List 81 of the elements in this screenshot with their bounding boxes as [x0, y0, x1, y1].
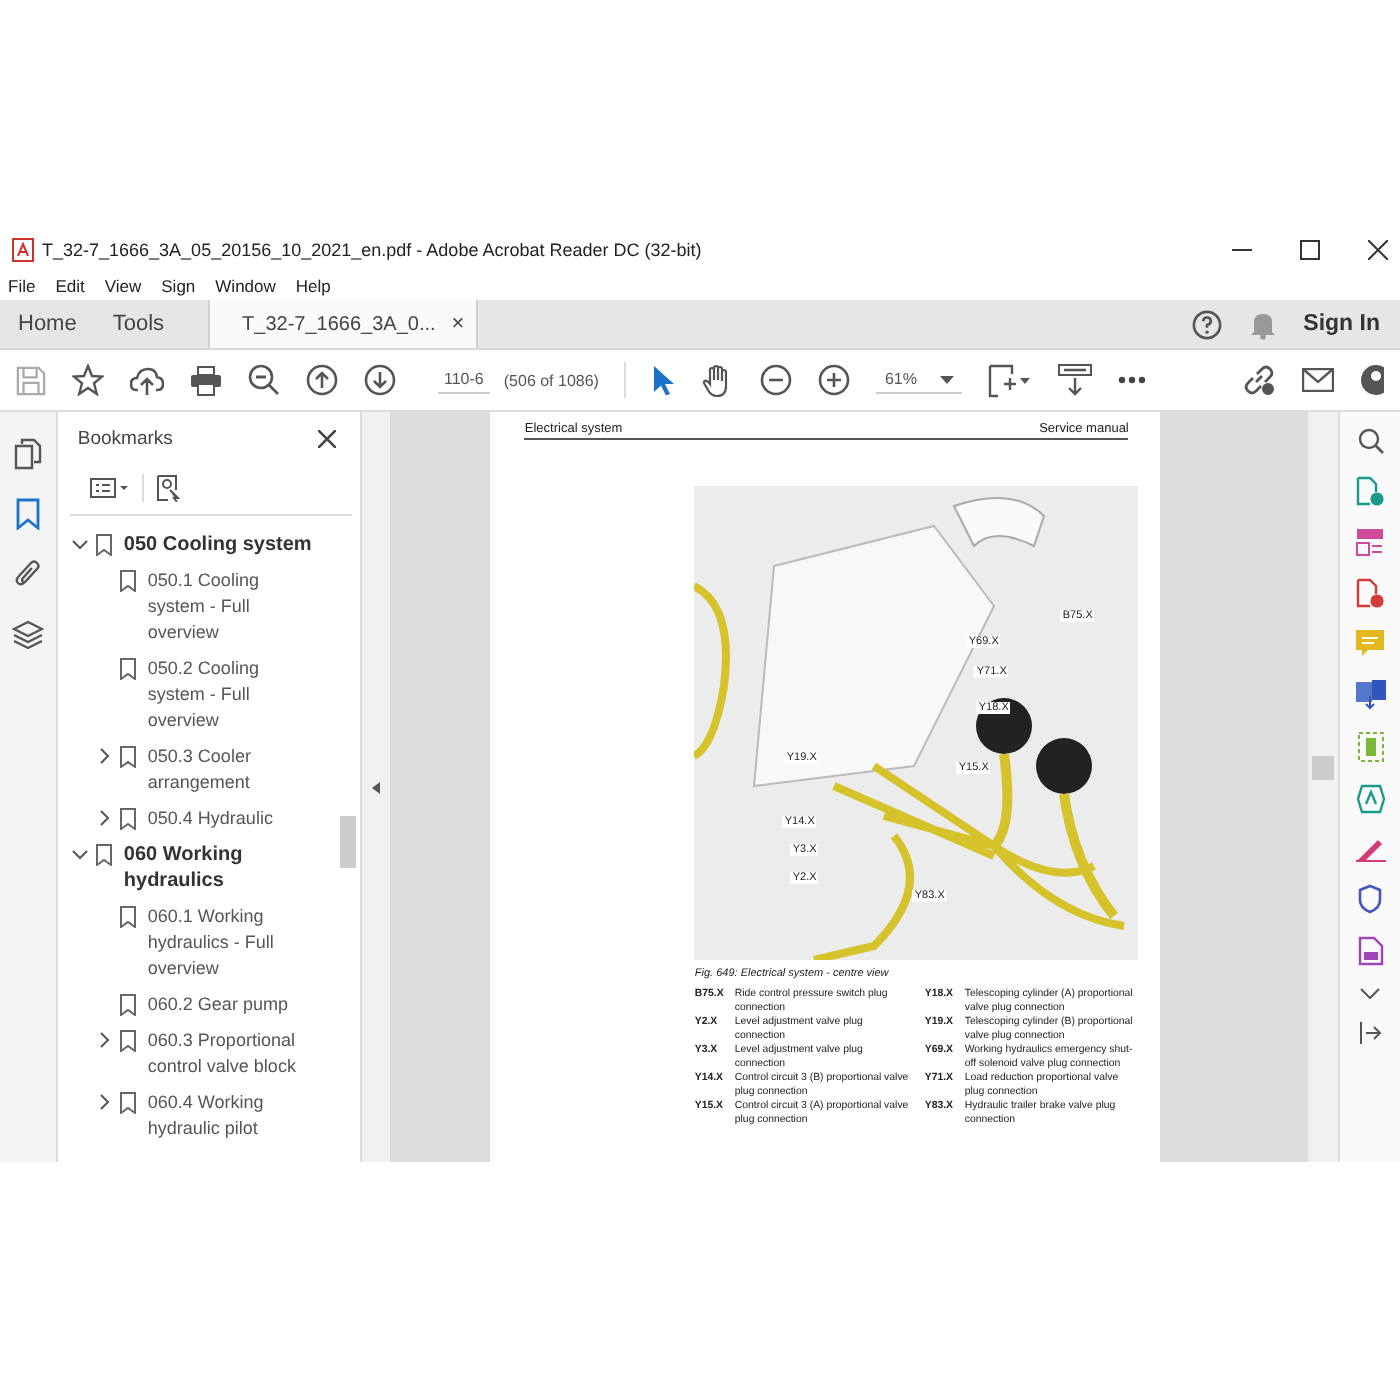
close-icon[interactable]	[318, 430, 337, 448]
next-page-icon[interactable]	[364, 364, 396, 396]
zoom-in-icon[interactable]	[818, 364, 851, 396]
bookmark-icon	[95, 534, 112, 556]
page-number-field[interactable]: 110-6	[438, 366, 490, 394]
form-icon[interactable]	[1357, 936, 1384, 966]
zoom-out-search-icon[interactable]	[248, 364, 280, 396]
mail-icon[interactable]	[1302, 368, 1334, 392]
shield-icon[interactable]	[1358, 884, 1383, 914]
zoom-dropdown[interactable]: 61%	[876, 366, 963, 394]
page-count: (506 of 1086)	[503, 371, 599, 389]
sign-in-button[interactable]: Sign In	[1303, 312, 1380, 336]
page-fit-icon[interactable]	[988, 363, 1033, 397]
menu-item[interactable]: File	[8, 275, 36, 295]
bookmark-icon	[119, 906, 136, 928]
chevron-icon[interactable]	[95, 810, 112, 826]
chevron-down-icon[interactable]	[1360, 988, 1381, 1000]
upload-cloud-icon[interactable]	[130, 365, 164, 395]
bookmark-item[interactable]: 060.1 Working hydraulics - Full overview	[147, 904, 313, 982]
bookmark-icon	[119, 808, 136, 830]
edit-pdf-icon[interactable]	[1355, 784, 1386, 814]
combine-files-icon[interactable]	[1355, 680, 1386, 710]
bookmark-item[interactable]: 060 Working hydraulics	[123, 842, 313, 894]
scrollbar-thumb[interactable]	[340, 816, 357, 868]
export-pdf-icon[interactable]	[1356, 476, 1385, 506]
organize-pages-icon[interactable]	[1356, 528, 1385, 556]
bookmark-icon	[119, 658, 136, 680]
help-icon[interactable]	[1191, 309, 1222, 339]
tab[interactable]: Tools	[94, 300, 183, 348]
menu-item[interactable]: Sign	[161, 275, 196, 295]
close-icon[interactable]	[1368, 240, 1388, 260]
menu-item[interactable]: Edit	[55, 275, 85, 295]
bookmark-icon	[119, 570, 136, 592]
options-menu-icon[interactable]	[89, 478, 130, 498]
bookmark-item[interactable]: 050.4 Hydraulic	[147, 806, 273, 832]
bookmark-icon	[119, 1030, 136, 1052]
star-icon[interactable]	[72, 364, 104, 396]
scroll-mode-icon[interactable]	[1058, 364, 1093, 396]
bookmark-item[interactable]: 050.2 Cooling system - Full overview	[147, 656, 313, 734]
previous-page-icon[interactable]	[306, 364, 338, 396]
chevron-icon[interactable]	[95, 748, 112, 764]
panel-title: Bookmarks	[77, 428, 173, 450]
print-icon[interactable]	[190, 365, 222, 395]
bookmark-item[interactable]: 060.3 Proportional control valve block	[147, 1028, 313, 1080]
add-user-icon[interactable]	[1360, 364, 1384, 396]
zoom-out-icon[interactable]	[760, 364, 793, 396]
menu-item[interactable]: Help	[295, 275, 331, 295]
create-pdf-icon[interactable]	[1356, 578, 1385, 608]
bookmark-icon	[119, 1092, 136, 1114]
chevron-icon[interactable]	[71, 536, 88, 552]
bookmark-item[interactable]: 050.3 Cooler arrangement	[147, 744, 313, 796]
sign-pen-icon[interactable]	[1355, 836, 1386, 862]
bookmark-item[interactable]: 060.4 Working hydraulic pilot	[147, 1090, 313, 1142]
search-icon[interactable]	[1357, 428, 1384, 454]
caret-icon	[940, 375, 955, 383]
bookmark-item[interactable]: 050.1 Cooling system - Full overview	[147, 568, 313, 646]
expand-panel-icon[interactable]	[1359, 1022, 1382, 1044]
collapse-arrow-icon[interactable]	[372, 781, 381, 793]
menu-item[interactable]: Window	[215, 275, 276, 295]
tab-close-button[interactable]: ×	[451, 312, 465, 336]
window-title: T_32-7_1666_3A_05_20156_10_2021_en.pdf - Adobe Acrobat Reader DC (32-bit)	[42, 240, 702, 260]
cursor-icon[interactable]	[652, 364, 677, 396]
tab[interactable]: Home	[0, 300, 95, 348]
panel-button[interactable]	[7, 616, 48, 652]
link-icon[interactable]	[1242, 364, 1276, 396]
scrollbar-thumb[interactable]	[1312, 756, 1335, 780]
tab-label: T_32-7_1666_3A_0...	[242, 313, 436, 335]
acrobat-logo-icon	[12, 238, 34, 262]
document-tab[interactable]: T_32-7_1666_3A_0... ×	[208, 300, 479, 348]
more-icon[interactable]	[1118, 376, 1147, 384]
chevron-icon[interactable]	[95, 1094, 112, 1110]
chevron-icon[interactable]	[71, 846, 88, 862]
bookmark-icon	[119, 746, 136, 768]
menu-item[interactable]: View	[104, 275, 142, 295]
bookmark-item[interactable]: 050 Cooling system	[123, 532, 312, 558]
maximize-icon[interactable]	[1300, 240, 1320, 260]
bookmark-icon	[95, 844, 112, 866]
bookmark-icon	[119, 994, 136, 1016]
chevron-icon[interactable]	[95, 1032, 112, 1048]
add-bookmark-icon[interactable]	[155, 474, 180, 502]
bookmark-item[interactable]: 060.2 Gear pump	[147, 992, 288, 1018]
